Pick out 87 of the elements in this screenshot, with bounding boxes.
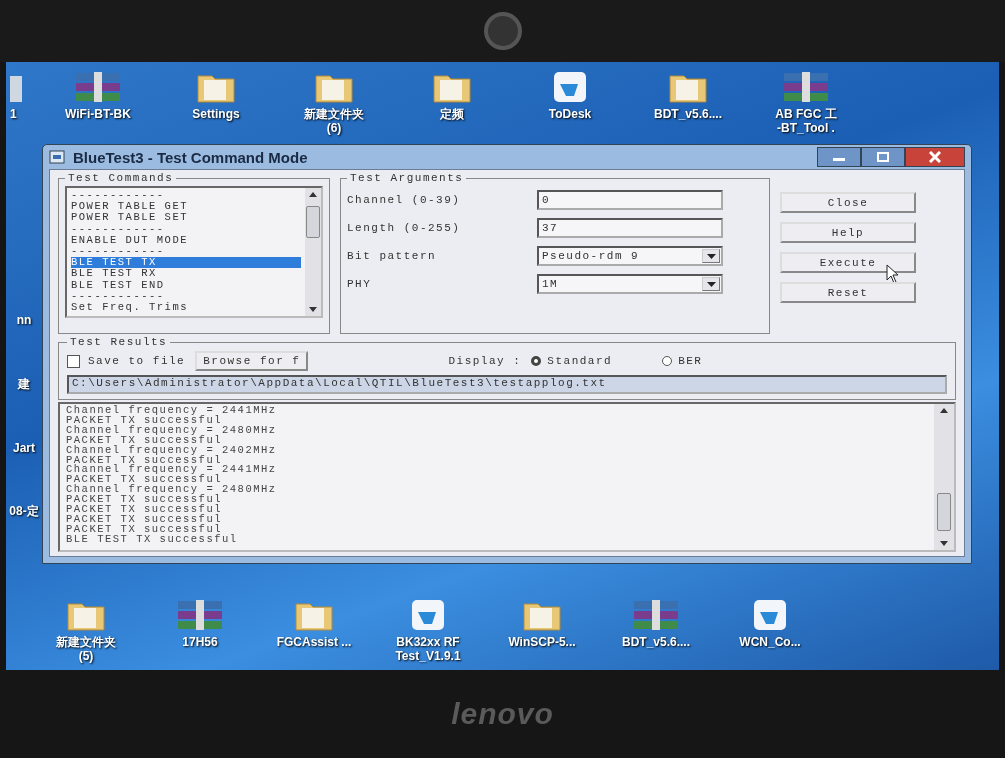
archive-icon bbox=[632, 598, 680, 632]
desktop-icon-label[interactable]: 定频 bbox=[440, 108, 464, 122]
close-icon bbox=[929, 151, 941, 163]
desktop-icon-label[interactable]: Jart bbox=[6, 441, 42, 456]
log-line: PACKET TX successful bbox=[66, 505, 224, 515]
desktop-icon-label[interactable]: 17H56 bbox=[182, 636, 218, 650]
mouse-pointer-icon bbox=[886, 264, 900, 284]
window-title: BlueTest3 - Test Command Mode bbox=[73, 148, 308, 166]
scroll-up-icon bbox=[940, 408, 948, 413]
input-field[interactable]: 37 bbox=[537, 218, 723, 238]
command-list-item[interactable]: ------------ bbox=[71, 223, 301, 235]
field-label: PHY bbox=[347, 278, 373, 290]
desktop-icon-label[interactable]: BK32xx RF Test_V1.9.1 bbox=[395, 636, 461, 664]
log-line: Channel frequency = 2480MHz bbox=[66, 425, 278, 436]
command-list-item[interactable]: BLE TEST RX bbox=[71, 268, 301, 280]
maximize-icon bbox=[877, 152, 889, 162]
browse-button[interactable]: Browse for f bbox=[195, 351, 309, 371]
dropdown[interactable]: 1M bbox=[537, 274, 723, 294]
desktop-icon-label[interactable]: Settings bbox=[192, 108, 240, 122]
desktop-icon-label[interactable]: BDT_v5.6.... bbox=[654, 108, 722, 122]
command-button[interactable]: Help bbox=[780, 222, 916, 243]
desktop-icon-label[interactable]: WCN_Co... bbox=[739, 636, 801, 650]
close-button[interactable] bbox=[905, 147, 965, 167]
desktop-icon-label[interactable]: 08-定 bbox=[6, 505, 42, 520]
group-title: Test Arguments bbox=[349, 172, 465, 184]
field-label: Bit pattern bbox=[347, 250, 438, 262]
command-list-item[interactable]: ------------ bbox=[71, 290, 301, 303]
log-line: PACKET TX successful bbox=[66, 415, 224, 426]
desktop-icon-label[interactable]: 新建文件夹 (6) bbox=[304, 108, 364, 136]
desktop-icon-label[interactable]: 建 bbox=[6, 377, 42, 392]
radio-label: Standard bbox=[547, 355, 613, 367]
command-button[interactable]: Close bbox=[780, 192, 916, 213]
file-path-field[interactable]: C:\Users\Administrator\AppData\Local\QTIL\BlueTest3\testapplog.txt bbox=[67, 375, 947, 394]
log-line: BLE TEST TX successful bbox=[66, 534, 239, 545]
scrollbar-thumb[interactable] bbox=[306, 206, 320, 238]
log-line: PACKET TX successful bbox=[66, 435, 224, 446]
archive-icon bbox=[176, 598, 224, 632]
log-line: Channel frequency = 2402MHz bbox=[66, 445, 278, 456]
caret-icon bbox=[706, 281, 716, 287]
desktop-icon-label[interactable]: BDT_v5.6.... bbox=[622, 636, 690, 650]
field-label: Channel (0-39) bbox=[347, 194, 462, 206]
command-list-item[interactable]: ------------ bbox=[71, 246, 301, 258]
desktop-icon-label[interactable]: AB FGC 工 -BT_Tool . bbox=[775, 108, 837, 136]
group-title: Test Results bbox=[69, 336, 169, 348]
log-line: PACKET TX successful bbox=[66, 524, 223, 535]
log-line: Channel frequency = 2441MHz bbox=[66, 406, 278, 416]
app-icon bbox=[49, 150, 65, 164]
input-field[interactable]: 0 bbox=[537, 190, 723, 210]
laptop-logo: lenovo bbox=[451, 697, 554, 731]
command-list-item[interactable]: BLE TEST TX bbox=[71, 257, 301, 269]
scroll-up-icon bbox=[309, 192, 317, 197]
command-button[interactable]: Reset bbox=[780, 282, 916, 303]
scroll-down-icon bbox=[940, 541, 948, 546]
scroll-down-icon bbox=[309, 307, 317, 312]
archive-icon bbox=[74, 70, 122, 104]
desktop-icon-label[interactable]: 1 bbox=[10, 108, 17, 122]
checkbox-label: Save to file bbox=[88, 355, 186, 367]
command-list-item[interactable]: POWER TABLE GET bbox=[71, 201, 301, 213]
desktop-icon-label[interactable]: 新建文件夹 (5) bbox=[56, 636, 116, 664]
radio-label: BER bbox=[678, 355, 703, 367]
radio-button[interactable] bbox=[531, 356, 542, 366]
webcam-drawing bbox=[483, 12, 522, 50]
command-list-item[interactable]: BLE TEST END bbox=[71, 279, 301, 291]
checkbox[interactable] bbox=[67, 354, 80, 368]
field-label: Length (0-255) bbox=[347, 222, 462, 234]
command-list-item[interactable]: ENABLE DUT MODE bbox=[71, 234, 301, 246]
radio-button[interactable] bbox=[662, 356, 673, 366]
command-list-item[interactable]: Set Freq. Trims bbox=[71, 302, 301, 314]
desktop-icon-label[interactable]: WinSCP-5... bbox=[508, 636, 576, 650]
command-list-item[interactable]: ------------ bbox=[71, 190, 301, 202]
scrollbar[interactable] bbox=[934, 404, 954, 550]
group-title: Test Commands bbox=[67, 172, 175, 184]
minimize-button[interactable] bbox=[817, 147, 861, 167]
desktop-icon-label[interactable]: ToDesk bbox=[548, 108, 592, 122]
caret-icon bbox=[706, 253, 716, 259]
maximize-button[interactable] bbox=[861, 147, 905, 167]
desktop-icon-label[interactable]: FGCAssist ... bbox=[276, 636, 352, 650]
scrollbar[interactable] bbox=[305, 188, 321, 316]
save-to-file-checkbox[interactable]: Save to file bbox=[67, 354, 186, 368]
display-label: Display : bbox=[448, 355, 522, 367]
archive-icon bbox=[782, 70, 830, 104]
desktop-icon-label[interactable]: nn bbox=[6, 314, 42, 328]
command-list-item[interactable]: POWER TABLE SET bbox=[71, 212, 301, 224]
dropdown[interactable]: Pseudo-rdm 9 bbox=[537, 246, 723, 266]
log-line: PACKET TX successful bbox=[66, 514, 224, 525]
desktop-icon-label[interactable]: WiFi-BT-BK bbox=[65, 108, 131, 122]
scrollbar-thumb[interactable] bbox=[937, 493, 951, 531]
